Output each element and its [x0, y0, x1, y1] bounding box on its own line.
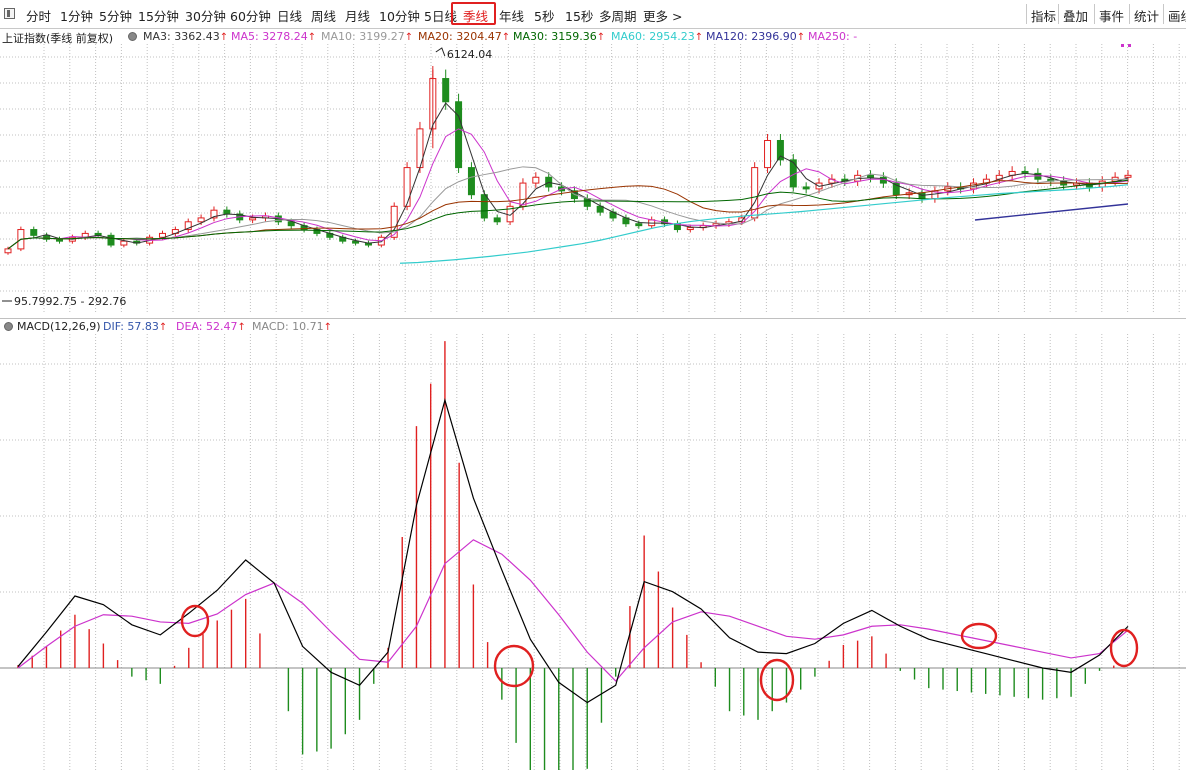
macd-legend-title: MACD(12,26,9)	[17, 320, 101, 333]
candle	[751, 167, 759, 219]
period-tab-12[interactable]: 年线	[499, 6, 524, 25]
candle	[532, 176, 540, 184]
ma120-line	[974, 203, 1129, 221]
ma-legend-item-0: MA3: 3362.43↑	[143, 30, 229, 43]
period-tab-16[interactable]: 更多 >	[643, 6, 682, 25]
candle	[480, 194, 488, 219]
candle	[4, 248, 12, 254]
candle	[867, 174, 875, 178]
period-tab-9[interactable]: 10分钟	[379, 6, 420, 25]
ma60-line	[399, 184, 1129, 264]
price-chart[interactable]: 6124.04 95.7992.75 - 292.76	[0, 44, 1186, 314]
candle	[120, 240, 128, 246]
ma3-line	[7, 102, 1129, 250]
candle	[107, 234, 115, 246]
dif-line	[17, 397, 1129, 704]
candle	[223, 209, 231, 215]
ma-legend-item-4: MA30: 3159.36↑	[513, 30, 606, 43]
candle	[764, 139, 772, 169]
crossover-annotation-circle	[960, 622, 998, 650]
ma-legend-item-7: MA250: -	[808, 30, 858, 43]
period-tab-4[interactable]: 30分钟	[185, 6, 226, 25]
toolbar-separator	[1094, 4, 1095, 24]
period-tab-15[interactable]: 多周期	[599, 6, 637, 25]
candle	[197, 217, 205, 223]
candle	[686, 227, 694, 231]
tool-button-4[interactable]: 画线	[1168, 6, 1186, 25]
high-price-label: 6124.04	[447, 48, 493, 61]
candle	[442, 78, 450, 103]
candle	[352, 240, 360, 244]
ma-legend-item-1: MA5: 3278.24↑	[231, 30, 317, 43]
period-tab-14[interactable]: 15秒	[565, 6, 593, 25]
candle	[30, 229, 38, 236]
tool-button-1[interactable]: 叠加	[1063, 6, 1088, 25]
period-tab-5[interactable]: 60分钟	[230, 6, 271, 25]
candle	[403, 167, 411, 207]
high-pointer	[435, 47, 446, 57]
period-tab-7[interactable]: 周线	[311, 6, 336, 25]
macd-gear-icon[interactable]	[4, 320, 13, 333]
candle	[249, 217, 257, 221]
settings-gear-icon[interactable]	[128, 30, 137, 43]
candle	[519, 182, 527, 207]
toolbar-separator	[1163, 4, 1164, 24]
candle	[1124, 174, 1132, 178]
price-legend: 上证指数(季线 前复权) MA3: 3362.43↑ MA5: 3278.24↑ M…	[0, 29, 1186, 45]
ma-legend-item-5: MA60: 2954.23↑	[611, 30, 704, 43]
tool-button-0[interactable]: 指标	[1031, 6, 1056, 25]
period-tab-13[interactable]: 5秒	[534, 6, 554, 25]
period-tab-6[interactable]: 日线	[277, 6, 302, 25]
toolbar-separator	[1129, 4, 1130, 24]
period-tab-0[interactable]: 分时	[26, 6, 51, 25]
candle	[493, 217, 501, 223]
candle	[802, 186, 810, 190]
dif-legend: DIF: 57.83↑	[103, 320, 168, 333]
macd-legend: MACD(12,26,9) DIF: 57.83↑ DEA: 52.47↑ MA…	[0, 318, 1186, 335]
active-period-highlight	[451, 2, 496, 25]
panel-toggle-icon[interactable]	[4, 8, 15, 19]
ma-legend-item-2: MA10: 3199.27↑	[321, 30, 414, 43]
macd-chart[interactable]	[0, 334, 1186, 770]
dea-legend: DEA: 52.47↑	[176, 320, 246, 333]
candle	[635, 223, 643, 227]
candle	[55, 238, 63, 242]
macd-value-legend: MACD: 10.71↑	[252, 320, 333, 333]
crossover-annotation-circle	[759, 658, 795, 702]
tool-button-2[interactable]: 事件	[1099, 6, 1124, 25]
period-tab-1[interactable]: 1分钟	[60, 6, 93, 25]
period-tab-3[interactable]: 15分钟	[138, 6, 179, 25]
ma250-marker	[1128, 44, 1131, 47]
period-toolbar: 分时 1分钟 5分钟 15分钟 30分钟 60分钟 日线 周线 月线 10分钟 5日线 季线 年线 5秒 1…	[0, 0, 1186, 29]
ma-legend-item-6: MA120: 2396.90↑	[706, 30, 806, 43]
candle	[467, 167, 475, 196]
toolbar-separator	[1026, 4, 1027, 24]
low-price-label: 95.7992.75 - 292.76	[14, 295, 126, 308]
period-tab-2[interactable]: 5分钟	[99, 6, 132, 25]
ma-legend-item-3: MA20: 3204.47↑	[418, 30, 511, 43]
candle	[455, 101, 463, 169]
toolbar-separator	[1058, 4, 1059, 24]
ma250-marker	[1121, 44, 1124, 47]
crossover-annotation-circle	[1109, 628, 1139, 668]
tool-button-3[interactable]: 统计	[1134, 6, 1159, 25]
period-tab-8[interactable]: 月线	[345, 6, 370, 25]
crossover-annotation-circle	[493, 644, 535, 688]
